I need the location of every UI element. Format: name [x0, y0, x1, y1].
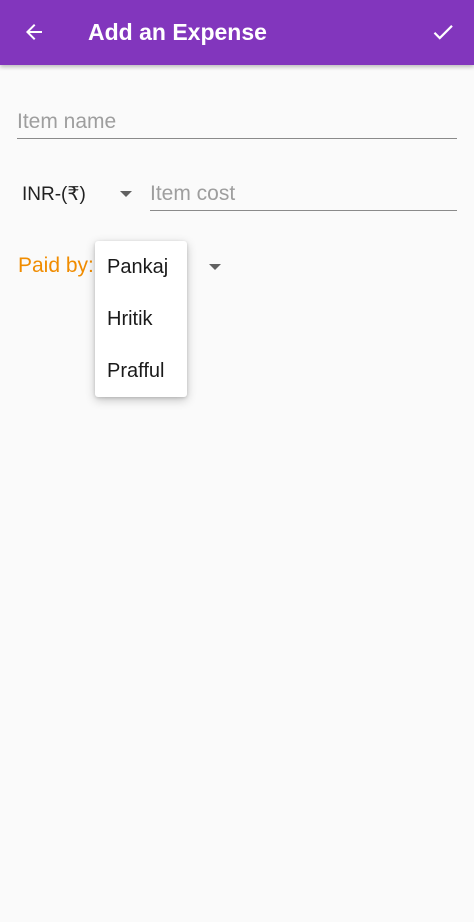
- dropdown-arrow-icon[interactable]: [209, 264, 221, 270]
- back-button[interactable]: [18, 16, 50, 48]
- item-name-input[interactable]: [17, 106, 457, 138]
- arrow-left-icon: [26, 24, 42, 40]
- currency-value: INR-(₹): [22, 183, 86, 205]
- dropdown-arrow-icon: [120, 191, 132, 197]
- save-button[interactable]: [426, 16, 460, 48]
- currency-select[interactable]: INR-(₹): [22, 178, 140, 210]
- check-icon: [433, 25, 453, 40]
- app-bar: Add an Expense: [0, 0, 474, 65]
- paid-by-dropdown-menu: Pankaj Hritik Prafful: [95, 241, 187, 397]
- paid-by-option-hritik[interactable]: Hritik: [95, 293, 187, 345]
- paid-by-option-prafful[interactable]: Prafful: [95, 345, 187, 397]
- paid-by-label: Paid by:: [18, 254, 94, 277]
- page-title: Add an Expense: [88, 19, 267, 45]
- paid-by-option-pankaj[interactable]: Pankaj: [95, 241, 187, 293]
- item-name-field: [17, 106, 457, 139]
- item-cost-field: [150, 178, 457, 211]
- add-expense-screen: Add an Expense INR-(₹) Paid by: Pankaj H…: [0, 0, 474, 922]
- item-cost-input[interactable]: [150, 178, 457, 210]
